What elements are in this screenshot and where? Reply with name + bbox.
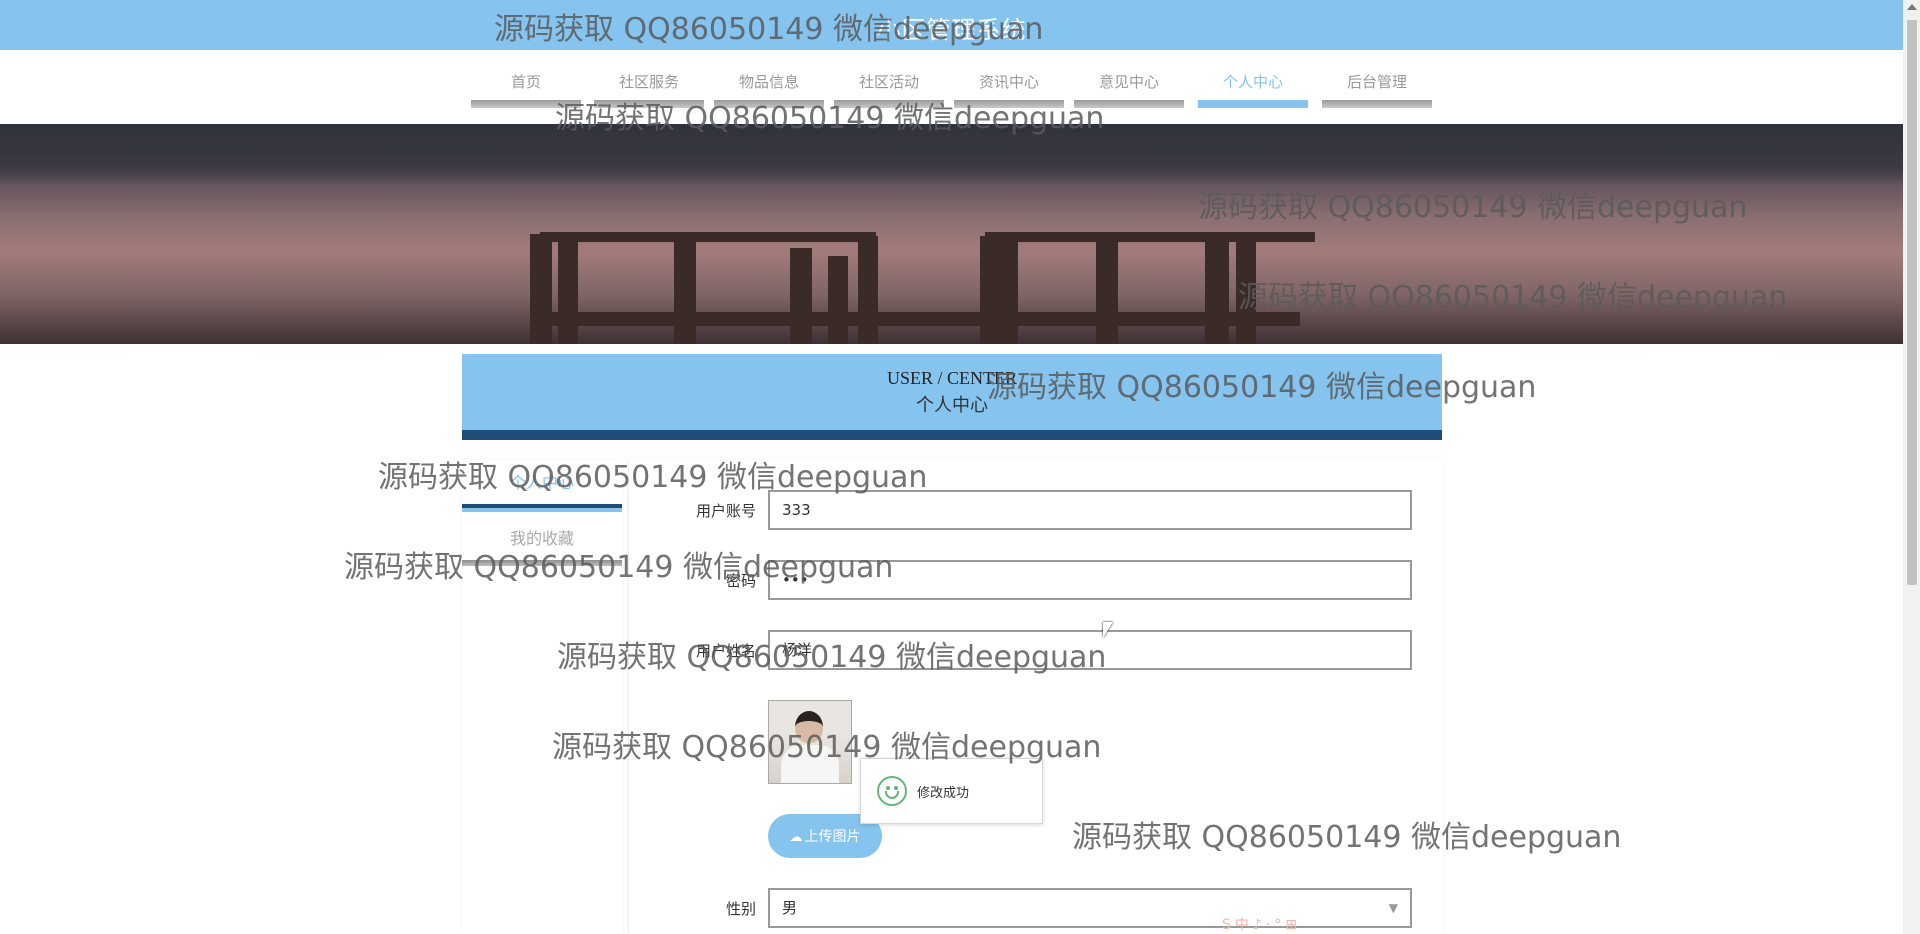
watermark-text: 源码获取 QQ86050149 微信deepguan [378,460,928,495]
profile-form-panel [628,460,1442,934]
account-label: 用户账号 [695,502,756,520]
watermark-text: 源码获取 QQ86050149 微信deepguan [557,640,1107,675]
nav-item-underline [1198,100,1308,108]
watermark-text: 源码获取 QQ86050149 微信deepguan [987,370,1537,405]
nav-item-admin[interactable]: 后台管理 [1322,72,1432,112]
scroll-up-arrow-icon[interactable] [1907,4,1917,10]
watermark-text: 源码获取 QQ86050149 微信deepguan [344,550,894,585]
watermark-text: 源码获取 QQ86050149 微信deepguan [1072,820,1622,855]
sidebar-item-underline [462,504,622,512]
ime-toolbar[interactable]: S中♪·°⊞ [1222,914,1301,934]
nav-item-label: 后台管理 [1346,73,1407,91]
success-toast: 修改成功 [860,758,1043,824]
smile-icon [877,776,907,806]
gender-selected-value: 男 [782,899,798,917]
chevron-down-icon: ▼ [1388,901,1398,915]
gender-label: 性别 [725,900,756,918]
nav-item-label: 个人中心 [1222,73,1283,91]
upload-button-label: 上传图片 [804,828,861,844]
nav-item-personal-center[interactable]: 个人中心 [1198,72,1308,112]
scrollbar-thumb[interactable] [1907,20,1917,585]
watermark-text: 源码获取 QQ86050149 微信deepguan [1238,280,1788,315]
gender-select[interactable]: 男 ▼ [768,888,1412,928]
watermark-text: 源码获取 QQ86050149 微信deepguan [552,730,1102,765]
page-scrollbar[interactable] [1903,0,1920,934]
watermark-text: 源码获取 QQ86050149 微信deepguan [1198,190,1748,225]
cloud-upload-icon: ☁ [789,829,803,844]
nav-item-underline [1322,100,1432,108]
mouse-cursor-icon [1103,622,1113,638]
watermark-text: 源码获取 QQ86050149 微信deepguan [555,101,1105,136]
watermark-text: 源码获取 QQ86050149 微信deepguan [494,12,1044,47]
account-field[interactable]: 333 [768,490,1412,530]
toast-message: 修改成功 [917,786,970,801]
